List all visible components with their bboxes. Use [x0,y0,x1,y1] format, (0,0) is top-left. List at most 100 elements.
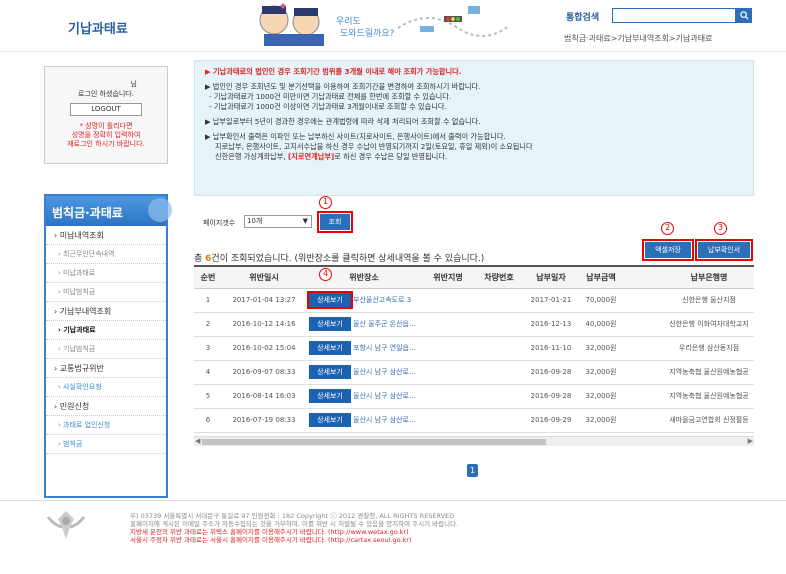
login-warning: * 성명이 틀리다면 성명을 정확히 입력하여 재로그인 하시기 바랍니다. [67,122,145,148]
scroll-thumb[interactable] [202,439,546,445]
payment-receipt-button[interactable]: 납부확인서 [695,239,753,261]
sidebar-item[interactable]: › 교통법규위반 [46,359,166,378]
cell-paydate: 2016-11-10 [524,336,578,361]
integrated-search-label: 통합검색 [566,13,600,23]
notice-corp-period: ▶ 법인인 경우 조회년도 및 분기선택을 이용하여 조회기간을 변경하여 조회… [205,82,481,91]
detail-view-button[interactable]: 상세보기 [309,365,351,379]
violation-place-link[interactable]: 울산시 남구 삼산로… [353,416,416,424]
cell-area [422,384,474,409]
cell-place[interactable]: 상세보기 울산시 남구 삼산로… [306,360,422,385]
sidebar-item[interactable]: › 범칙금 [46,435,166,454]
scroll-left-icon[interactable]: ◀ [195,437,200,445]
detail-view-button[interactable]: 상세보기 [309,317,351,331]
cell-datetime: 2016-08-14 16:03 [222,384,306,409]
cell-bank: 지역농축협 울산원예농협공 [624,384,754,409]
cell-datetime: 2016-10-02 15:04 [222,336,306,361]
login-message: 로그인 하셨습니다. [78,90,134,98]
notice-shinhan: 신한은행 가상계좌납부, [215,152,286,161]
page-size-select[interactable]: 10개 ▼ [244,215,312,228]
excel-save-button[interactable]: 엑셀저장 [642,239,694,261]
detail-view-button[interactable]: 상세보기 [309,389,351,403]
column-header: 위반지명 [422,267,474,289]
detail-view-button[interactable]: 상세보기 [309,413,351,427]
column-header: 차량번호 [474,267,524,289]
table-row: 4 2016-09-07 08:33 상세보기 울산시 남구 삼산로… 2016-09-… [194,360,754,385]
sidebar-item[interactable]: › 사실확인요청 [46,378,166,397]
site-header: 기납과태료 우리도 도와드릴까요? 통합검색 범칙금·과태료>기납부내역조회>기… [0,0,786,52]
cell-bank: 우리은행 삼산동지점 [624,336,754,361]
notice-5-years: ▶ 납부일로부터 5년이 경과한 경우에는 관계법령에 따라 삭제 처리되어 조… [205,117,481,126]
search-button[interactable] [736,8,752,23]
cell-car [474,336,524,361]
search-icon [739,11,749,20]
column-header: 납부일자 [524,267,578,289]
cell-area [422,360,474,385]
site-title[interactable]: 기납과태료 [68,18,128,37]
cell-place[interactable]: 상세보기 울산 울주군 온산읍… [306,312,422,337]
notice-box: ▶ 기납과태료의 법인인 경우 조회기간 범위를 3개월 이내로 해야 조회가 … [194,60,754,196]
chevron-down-icon: ▼ [302,217,308,225]
annotation-1: 1 [319,196,332,209]
svg-text:도와드릴까요?: 도와드릴까요? [340,27,395,39]
page-size-label: 페이지갯수 [203,219,236,227]
query-button[interactable]: 조회 [317,211,353,233]
sidebar-item[interactable]: › 기납범칙금 [46,340,166,359]
violation-place-link[interactable]: 부산울산고속도로 3 [353,296,411,304]
notice-giro-link: [지로연계납부] [288,152,335,161]
violation-place-link[interactable]: 울산 울주군 온산읍… [353,320,416,328]
sidebar-item[interactable]: › 미납범칙금 [46,283,166,302]
cell-paydate: 2017-01-21 [524,288,578,313]
cell-no: 6 [194,408,222,433]
column-header: 납부은행명 [624,267,754,289]
sidebar-item[interactable]: › 기납과태료 [46,321,166,340]
cell-place[interactable]: 상세보기 울산시 남구 삼산로… [306,384,422,409]
sidebar-item[interactable]: › 기납부내역조회 [46,302,166,321]
detail-view-button[interactable]: 상세보기 [307,291,353,309]
result-prefix: 총 [194,254,206,264]
cell-amount: 32,000원 [578,360,624,385]
svg-text:우리도: 우리도 [336,16,361,27]
logout-button[interactable]: LOGOUT [70,103,142,116]
cell-amount: 32,000원 [578,408,624,433]
footer-wetax-link[interactable]: 지방세 운전의 위반 과태료는 위택스 홈페이지를 이용해주시기 바랍니다. (… [130,528,458,536]
cell-datetime: 2016-07-19 08:33 [222,408,306,433]
column-header: 위반일시 [222,267,306,289]
annotation-3: 3 [714,222,727,235]
cell-no: 2 [194,312,222,337]
footer-cartax-link[interactable]: 서울시 주정차 위반 과태료는 서울시 홈페이지를 이용해주시기 바랍니다. (… [130,536,458,544]
cell-bank: 신한은행 울산지점 [624,288,754,313]
cell-car [474,384,524,409]
sidebar-item[interactable]: › 민원신청 [46,397,166,416]
sidebar-item[interactable]: › 미납과태료 [46,264,166,283]
result-suffix: 건이 조회되었습니다. (위반장소를 클릭하면 상세내역을 볼 수 있습니다.) [211,254,485,264]
cell-no: 5 [194,384,222,409]
search-input[interactable] [612,8,736,23]
cell-place[interactable]: 상세보기 울산시 남구 삼산로… [306,408,422,433]
violation-place-link[interactable]: 포항시 남구 연일읍… [353,344,416,352]
cell-amount: 32,000원 [578,384,624,409]
notice-receipt-print: ▶ 납부확인서 출력은 이파인 또는 납부하신 사이트(지로사이트, 은행사이트… [205,132,506,141]
cell-bank: 지역농축협 울산원예농협공 [624,360,754,385]
police-emblem-icon [46,511,86,539]
notice-over-1000: - 기납과태료가 1000건 이상이면 기납과태료 3개월이내로 조회할 수 있… [209,102,447,111]
cell-paydate: 2016-12-13 [524,312,578,337]
horizontal-scrollbar[interactable]: ◀ ▶ [194,436,754,446]
sidebar-item[interactable]: › 최근무인단속내역 [46,245,166,264]
table-row: 3 2016-10-02 15:04 상세보기 포항시 남구 연일읍… 2016-11-… [194,336,754,361]
cell-car [474,360,524,385]
swirl-decoration-icon [148,198,172,222]
cell-bank: 새마을금고연합회 신정팔등 [624,408,754,433]
cell-place[interactable]: 상세보기 부산울산고속도로 3 [306,288,422,313]
cell-car [474,408,524,433]
violation-place-link[interactable]: 울산시 남구 삼산로… [353,368,416,376]
sidebar-item[interactable]: › 과태료 업인신청 [46,416,166,435]
cell-place[interactable]: 상세보기 포항시 남구 연일읍… [306,336,422,361]
detail-view-button[interactable]: 상세보기 [309,341,351,355]
result-summary: 총 6건이 조회되었습니다. (위반장소를 클릭하면 상세내역을 볼 수 있습니… [194,251,484,264]
scroll-right-icon[interactable]: ▶ [748,437,753,445]
cell-area [422,312,474,337]
page-1-button[interactable]: 1 [467,464,478,477]
violation-place-link[interactable]: 울산시 남구 삼산로… [353,392,416,400]
cell-amount: 70,000원 [578,288,624,313]
sidebar-item[interactable]: › 미납내역조회 [46,226,166,245]
